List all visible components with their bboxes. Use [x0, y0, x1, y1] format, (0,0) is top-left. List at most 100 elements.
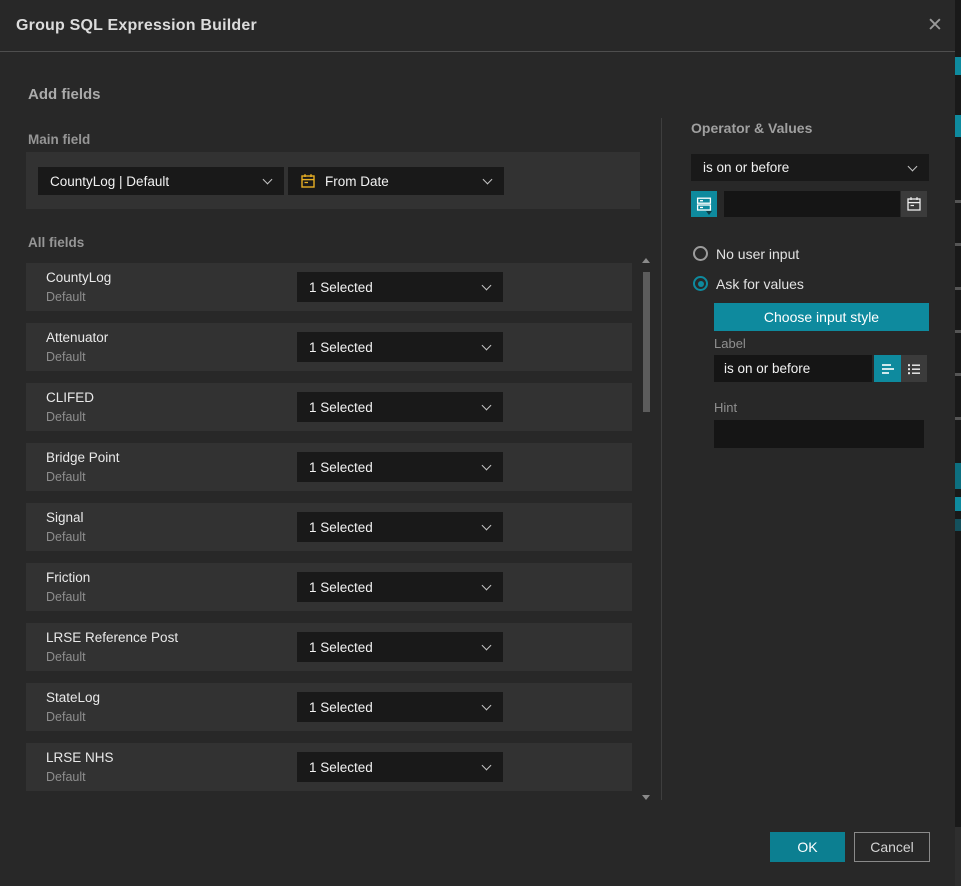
main-field-layer-value: CountyLog | Default	[50, 174, 169, 189]
field-selected-value: 1 Selected	[309, 400, 373, 415]
chevron-down-icon	[908, 161, 918, 171]
main-field-field-value: From Date	[325, 174, 389, 189]
field-selected-dropdown[interactable]: 1 Selected	[297, 272, 503, 302]
field-row: Friction Default 1 Selected	[26, 563, 632, 611]
unique-values-icon	[696, 196, 712, 212]
radio-no-user-input-label[interactable]: No user input	[716, 246, 799, 262]
chevron-down-icon	[482, 641, 492, 651]
field-selected-value: 1 Selected	[309, 520, 373, 535]
ok-button[interactable]: OK	[770, 832, 845, 862]
field-row: Attenuator Default 1 Selected	[26, 323, 632, 371]
dialog-titlebar: Group SQL Expression Builder ✕	[0, 0, 955, 52]
main-field-field-dropdown[interactable]: From Date	[288, 167, 504, 195]
field-sublabel: Default	[46, 410, 86, 424]
field-row: LRSE Reference Post Default 1 Selected	[26, 623, 632, 671]
field-selected-value: 1 Selected	[309, 340, 373, 355]
field-row: CLIFED Default 1 Selected	[26, 383, 632, 431]
list-icon	[906, 361, 922, 377]
operator-values-heading: Operator & Values	[691, 120, 812, 136]
input-style-list-button[interactable]	[901, 355, 927, 382]
cancel-button[interactable]: Cancel	[854, 832, 930, 862]
field-selected-dropdown[interactable]: 1 Selected	[297, 692, 503, 722]
field-sublabel: Default	[46, 650, 86, 664]
field-selected-dropdown[interactable]: 1 Selected	[297, 512, 503, 542]
field-sublabel: Default	[46, 290, 86, 304]
field-name: Signal	[46, 510, 84, 525]
group-sql-expression-builder-dialog: Group SQL Expression Builder ✕ Add field…	[0, 0, 955, 886]
radio-ask-for-values[interactable]	[693, 276, 708, 291]
radio-ask-for-values-label[interactable]: Ask for values	[716, 276, 804, 292]
chevron-down-icon	[482, 281, 492, 291]
field-name: Attenuator	[46, 330, 108, 345]
field-selected-dropdown[interactable]: 1 Selected	[297, 392, 503, 422]
field-selected-value: 1 Selected	[309, 580, 373, 595]
screen: Group SQL Expression Builder ✕ Add field…	[0, 0, 961, 886]
value-input[interactable]	[724, 191, 900, 217]
field-sublabel: Default	[46, 590, 86, 604]
input-style-text-button[interactable]	[874, 355, 901, 382]
field-name: CLIFED	[46, 390, 94, 405]
date-picker-button[interactable]	[901, 191, 927, 217]
field-row: LRSE NHS Default 1 Selected	[26, 743, 632, 791]
scrollbar-up-arrow-icon[interactable]	[642, 258, 650, 263]
calendar-icon	[906, 196, 922, 212]
field-selected-dropdown[interactable]: 1 Selected	[297, 632, 503, 662]
field-name: Bridge Point	[46, 450, 120, 465]
field-name: LRSE Reference Post	[46, 630, 178, 645]
field-row: StateLog Default 1 Selected	[26, 683, 632, 731]
field-name: CountyLog	[46, 270, 111, 285]
label-input[interactable]	[714, 355, 872, 382]
caret-down-icon	[706, 211, 712, 215]
calendar-icon	[300, 173, 316, 189]
align-left-icon	[880, 361, 896, 377]
field-selected-dropdown[interactable]: 1 Selected	[297, 452, 503, 482]
field-selected-value: 1 Selected	[309, 460, 373, 475]
hint-caption: Hint	[714, 400, 737, 415]
field-row: Signal Default 1 Selected	[26, 503, 632, 551]
chevron-down-icon	[482, 581, 492, 591]
field-name: StateLog	[46, 690, 100, 705]
chevron-down-icon	[483, 175, 493, 185]
field-selected-dropdown[interactable]: 1 Selected	[297, 572, 503, 602]
chevron-down-icon	[263, 175, 273, 185]
field-sublabel: Default	[46, 350, 86, 364]
field-sublabel: Default	[46, 470, 86, 484]
field-sublabel: Default	[46, 530, 86, 544]
field-name: LRSE NHS	[46, 750, 114, 765]
field-selected-value: 1 Selected	[309, 760, 373, 775]
background-page-sliver	[955, 0, 961, 886]
field-sublabel: Default	[46, 770, 86, 784]
label-caption: Label	[714, 336, 746, 351]
field-selected-value: 1 Selected	[309, 700, 373, 715]
scrollbar-thumb[interactable]	[643, 272, 650, 412]
scrollbar-down-arrow-icon[interactable]	[642, 795, 650, 800]
field-name: Friction	[46, 570, 90, 585]
main-field-panel: CountyLog | Default From Date	[26, 152, 640, 209]
radio-no-user-input[interactable]	[693, 246, 708, 261]
close-icon[interactable]: ✕	[923, 14, 947, 38]
scrollbar[interactable]	[642, 256, 651, 802]
field-row: CountyLog Default 1 Selected	[26, 263, 632, 311]
chevron-down-icon	[482, 761, 492, 771]
field-sublabel: Default	[46, 710, 86, 724]
field-selected-value: 1 Selected	[309, 640, 373, 655]
hint-input[interactable]	[714, 420, 924, 448]
add-fields-heading: Add fields	[28, 86, 101, 103]
chevron-down-icon	[482, 401, 492, 411]
field-selected-dropdown[interactable]: 1 Selected	[297, 332, 503, 362]
field-selected-value: 1 Selected	[309, 280, 373, 295]
main-field-label: Main field	[28, 132, 90, 147]
dialog-title: Group SQL Expression Builder	[16, 0, 257, 52]
operator-dropdown[interactable]: is on or before	[691, 154, 929, 181]
chevron-down-icon	[482, 461, 492, 471]
field-selected-dropdown[interactable]: 1 Selected	[297, 752, 503, 782]
panel-divider	[661, 118, 662, 800]
unique-values-button[interactable]	[691, 191, 717, 217]
chevron-down-icon	[482, 341, 492, 351]
field-row: Bridge Point Default 1 Selected	[26, 443, 632, 491]
choose-input-style-button[interactable]: Choose input style	[714, 303, 929, 331]
chevron-down-icon	[482, 521, 492, 531]
operator-value: is on or before	[703, 160, 789, 175]
chevron-down-icon	[482, 701, 492, 711]
main-field-layer-dropdown[interactable]: CountyLog | Default	[38, 167, 284, 195]
